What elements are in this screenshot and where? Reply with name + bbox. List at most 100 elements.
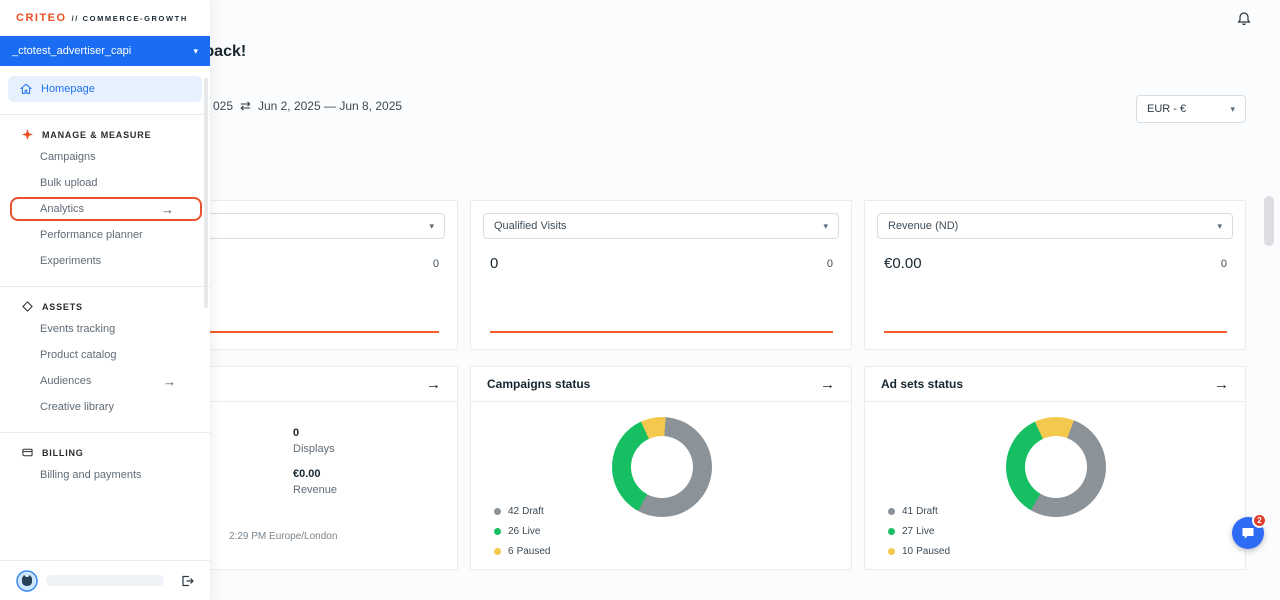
sidebar-item-label: Analytics [40,203,84,215]
sidebar-item-homepage[interactable]: Homepage [8,76,202,102]
stat-displays: 0 Displays [293,427,337,455]
open-campaigns-arrow-icon[interactable]: → [820,376,835,393]
page-scrollbar-thumb[interactable] [1264,196,1274,246]
sidebar-item-experiments[interactable]: Experiments [0,248,210,274]
chevron-down-icon: ▾ [193,46,198,57]
manage-measure-icon [22,129,33,140]
open-details-arrow-icon[interactable]: → [426,376,441,393]
legend-value: 10 [902,546,913,557]
sidebar-item-label: Events tracking [40,323,115,335]
currency-value: EUR - € [1147,103,1186,115]
sidebar-item-creative-library[interactable]: Creative library [0,394,210,420]
section-title: BILLING [42,448,84,458]
metric-secondary-value: 0 [1221,258,1227,270]
metric-underline [490,331,833,333]
adsets-legend: 41 Draft 27 Live 10 Paused [888,497,950,557]
live-stats: 0 Displays €0.00 Revenue [293,427,337,509]
date-range-row[interactable]: 025 ⇄ Jun 2, 2025 — Jun 8, 2025 [213,98,402,114]
billing-icon [22,447,33,458]
last-sync-time: 2:29 PM Europe/London [229,531,337,542]
open-adsets-arrow-icon[interactable]: → [1214,376,1229,393]
app-window: Welcome back! 025 ⇄ Jun 2, 2025 — Jun 8,… [0,0,1280,600]
stat-label: Displays [293,443,337,455]
sidebar-item-label: Bulk upload [40,177,98,189]
legend-label: Draft [916,506,938,517]
card-title: Campaigns status [487,377,590,391]
section-title: MANAGE & MEASURE [42,130,151,140]
advertiser-selector[interactable]: _ctotest_advertiser_capi ▾ [0,36,210,66]
arrow-right-icon: → [161,202,174,217]
currency-dropdown[interactable]: EUR - € ▾ [1136,95,1246,123]
campaigns-status-donut-chart [612,417,712,517]
legend-item-paused: 6 Paused [494,546,550,557]
sidebar-item-campaigns[interactable]: Campaigns [0,144,210,170]
section-title: ASSETS [42,302,83,312]
chevron-down-icon: ▾ [429,221,434,232]
campaigns-status-card: Campaigns status → 42 Draft 26 Live [470,366,852,570]
paused-color-dot [494,548,501,555]
metric-selector-2[interactable]: Qualified Visits ▾ [483,213,839,239]
legend-label: Draft [522,506,544,517]
paused-color-dot [888,548,895,555]
notifications-bell-icon[interactable] [1236,11,1252,27]
metric-card-revenue: Revenue (ND) ▾ €0.00 0 [864,200,1246,350]
user-avatar[interactable] [16,570,38,592]
chat-bubble-icon [1240,525,1256,541]
metric-secondary-value: 0 [827,258,833,270]
sidebar-item-performance-planner[interactable]: Performance planner [0,222,210,248]
assets-icon [22,301,33,312]
metric-selector-3[interactable]: Revenue (ND) ▾ [877,213,1233,239]
criteo-logo: CRITEO [16,12,67,24]
sidebar-item-label: Product catalog [40,349,116,361]
card-title: Ad sets status [881,377,963,391]
legend-label: Paused [517,546,551,557]
stat-value: €0.00 [293,468,337,480]
legend-item-live: 26 Live [494,526,550,537]
sidebar-item-product-catalog[interactable]: Product catalog [0,342,210,368]
legend-value: 6 [508,546,514,557]
metric-value: €0.00 [884,255,922,272]
metrics-row: ▾ 0 0 Qualified Visits ▾ 0 0 Revenue (ND… [76,200,1246,350]
sidebar-item-billing-and-payments[interactable]: Billing and payments [0,462,210,488]
home-icon [20,83,32,95]
chevron-down-icon: ▾ [823,221,828,232]
sidebar-item-label: Experiments [40,255,101,267]
legend-value: 27 [902,526,913,537]
legend-value: 41 [902,506,913,517]
section-assets: ASSETS [0,301,210,312]
sidebar-item-label: Audiences [40,375,91,387]
legend-value: 26 [508,526,519,537]
card-header: Ad sets status → [865,367,1245,402]
metric-card-qualified-visits: Qualified Visits ▾ 0 0 [470,200,852,350]
metric-selector-label: Revenue (ND) [888,220,958,232]
sidebar-item-bulk-upload[interactable]: Bulk upload [0,170,210,196]
user-name-redacted [46,575,164,586]
live-color-dot [494,528,501,535]
metric-selector-label: Qualified Visits [494,220,567,232]
adsets-status-donut-chart [1006,417,1106,517]
legend-label: Live [916,526,934,537]
legend-value: 42 [508,506,519,517]
comparison-period-fragment: 025 [213,99,233,113]
sidebar-item-audiences[interactable]: Audiences → [0,368,210,394]
sidebar-scrollbar-thumb[interactable] [204,78,208,308]
sidebar-item-analytics[interactable]: Analytics → [10,197,202,221]
legend-item-draft: 42 Draft [494,506,550,517]
exit-arrow-icon [180,574,194,588]
sidebar-item-label: Creative library [40,401,114,413]
collapse-sidebar-button[interactable] [180,574,194,588]
status-row: → 0 Displays €0.00 Revenue 2:29 PM Europ… [76,366,1246,570]
donut-hole [1025,436,1087,498]
live-color-dot [888,528,895,535]
draft-color-dot [494,508,501,515]
chat-support-button[interactable]: 2 [1232,517,1264,549]
divider [0,114,210,115]
legend-item-paused: 10 Paused [888,546,950,557]
date-range-value: Jun 2, 2025 — Jun 8, 2025 [258,99,402,113]
legend-item-draft: 41 Draft [888,506,950,517]
sidebar: CRITEO // COMMERCE-GROWTH _ctotest_adver… [0,0,210,600]
stat-revenue: €0.00 Revenue [293,468,337,496]
legend-label: Live [522,526,540,537]
sidebar-item-events-tracking[interactable]: Events tracking [0,316,210,342]
metric-secondary-value: 0 [433,258,439,270]
